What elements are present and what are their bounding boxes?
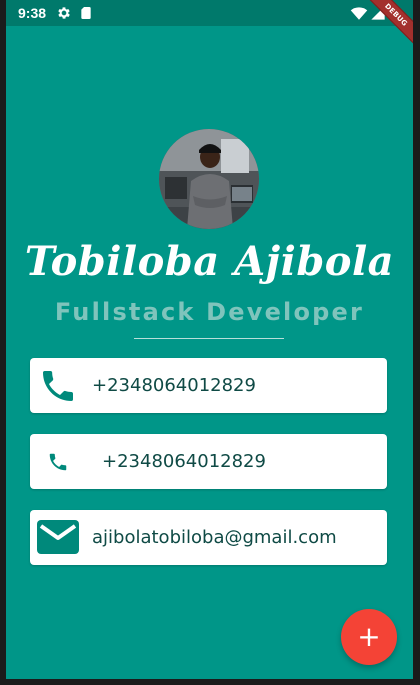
add-button[interactable]: + [341, 609, 397, 665]
email-icon [37, 520, 79, 554]
profile-title: Fullstack Developer [54, 298, 365, 326]
contact-phone-primary-text: +2348064012829 [92, 375, 256, 396]
contact-card-phone-primary[interactable]: +2348064012829 [30, 358, 387, 413]
status-time: 9:38 [18, 5, 47, 21]
contact-card-email[interactable]: ajibolatobiloba@gmail.com [30, 510, 387, 565]
app-screen: 9:38 DEBUG Tobiloba Ajibola Fullstack De… [6, 0, 413, 679]
contact-email-text: ajibolatobiloba@gmail.com [92, 527, 337, 548]
phone-icon [43, 371, 73, 401]
settings-icon [58, 7, 70, 19]
wifi-icon [350, 7, 368, 20]
status-bar: 9:38 DEBUG [6, 0, 413, 47]
add-icon: + [357, 620, 381, 653]
name-divider [134, 338, 284, 339]
profile-avatar [159, 129, 259, 229]
contact-phone-secondary-text: +2348064012829 [102, 451, 266, 472]
avatar-photo [159, 129, 259, 229]
profile-name: Tobiloba Ajibola [24, 238, 395, 285]
phone-small-icon [49, 453, 67, 471]
contact-card-phone-secondary[interactable]: +2348064012829 [30, 434, 387, 489]
sim-card-icon [81, 7, 91, 19]
device-frame: 9:38 DEBUG Tobiloba Ajibola Fullstack De… [0, 0, 420, 685]
